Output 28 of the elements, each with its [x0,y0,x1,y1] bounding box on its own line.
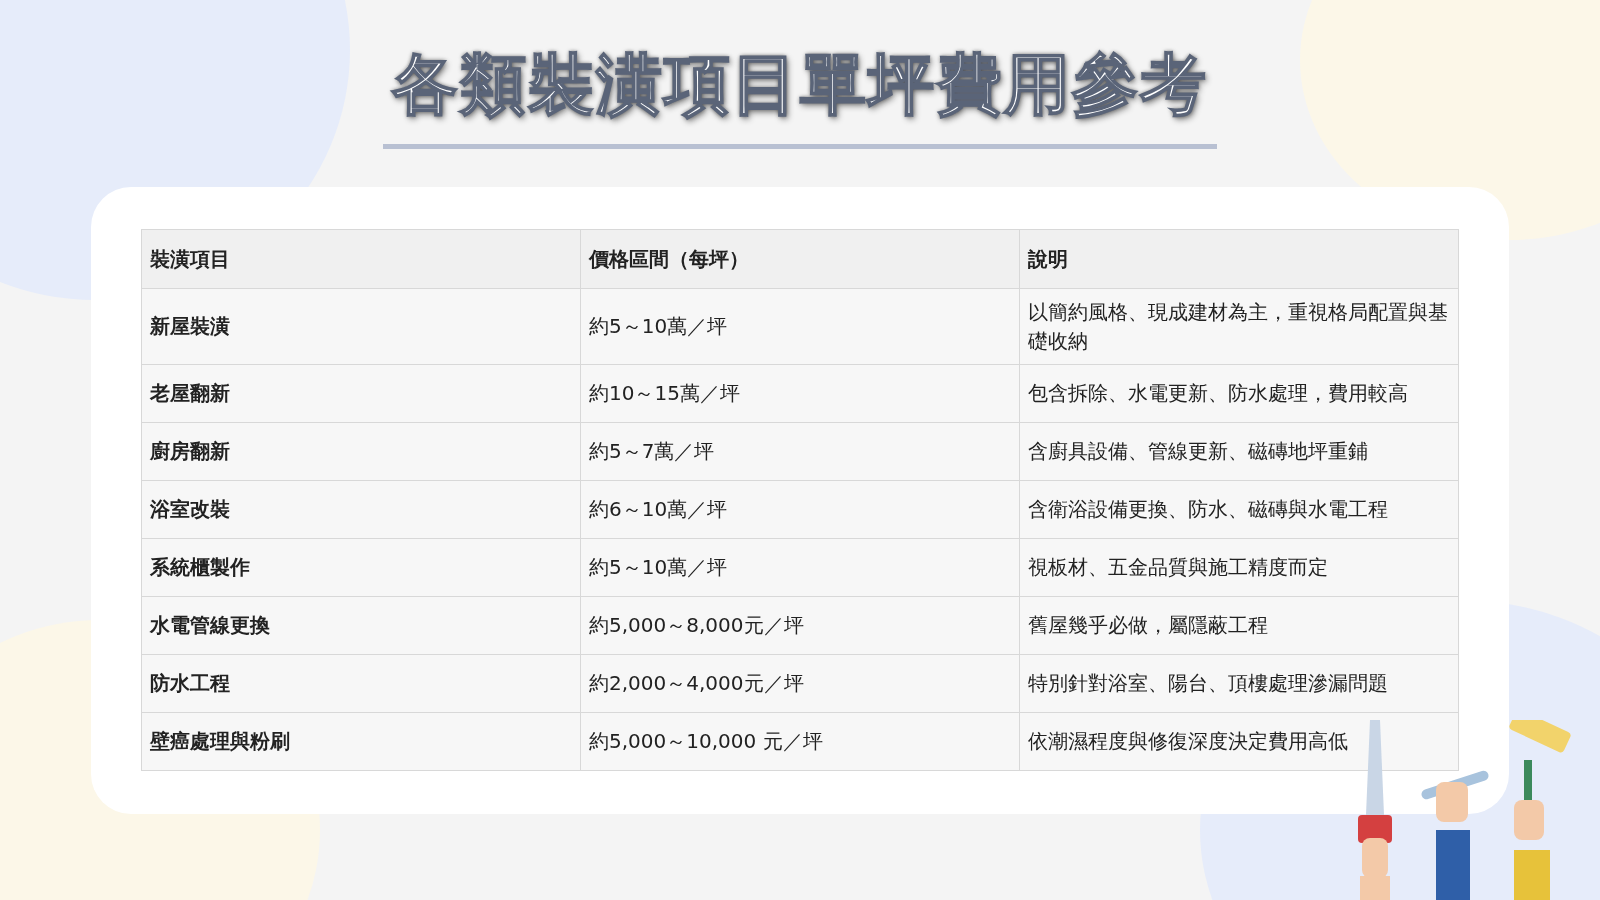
table-cell: 依潮濕程度與修復深度決定費用高低 [1019,712,1459,771]
table-cell: 廚房翻新 [141,422,581,481]
table-cell: 約5～7萬／坪 [580,422,1020,481]
table-cell: 系統櫃製作 [141,538,581,597]
table-cell: 約5～10萬／坪 [580,288,1020,365]
table-cell: 含衛浴設備更換、防水、磁磚與水電工程 [1019,480,1459,539]
table-cell: 視板材、五金品質與施工精度而定 [1019,538,1459,597]
table-cell: 老屋翻新 [141,364,581,423]
table-cell: 約5～10萬／坪 [580,538,1020,597]
table-cell: 約10～15萬／坪 [580,364,1020,423]
column-header: 說明 [1019,229,1459,289]
table-cell: 包含拆除、水電更新、防水處理，費用較高 [1019,364,1459,423]
table-cell: 浴室改裝 [141,480,581,539]
column-header: 裝潢項目 [141,229,581,289]
table-cell: 約5,000～10,000 元／坪 [580,712,1020,771]
table-cell: 水電管線更換 [141,596,581,655]
table-cell: 壁癌處理與粉刷 [141,712,581,771]
table-cell: 特別針對浴室、陽台、頂樓處理滲漏問題 [1019,654,1459,713]
table-cell: 舊屋幾乎必做，屬隱蔽工程 [1019,596,1459,655]
table-cell: 新屋裝潢 [141,288,581,365]
table-cell: 以簡約風格、現成建材為主，重視格局配置與基礎收納 [1019,288,1459,365]
table-cell: 約5,000～8,000元／坪 [580,596,1020,655]
table-cell: 防水工程 [141,654,581,713]
table-cell: 約6～10萬／坪 [580,480,1020,539]
table-cell: 約2,000～4,000元／坪 [580,654,1020,713]
page-title: 各類裝潢項目單坪費用參考 [392,45,1208,125]
column-header: 價格區間（每坪） [580,229,1020,289]
table-cell: 含廚具設備、管線更新、磁磚地坪重鋪 [1019,422,1459,481]
